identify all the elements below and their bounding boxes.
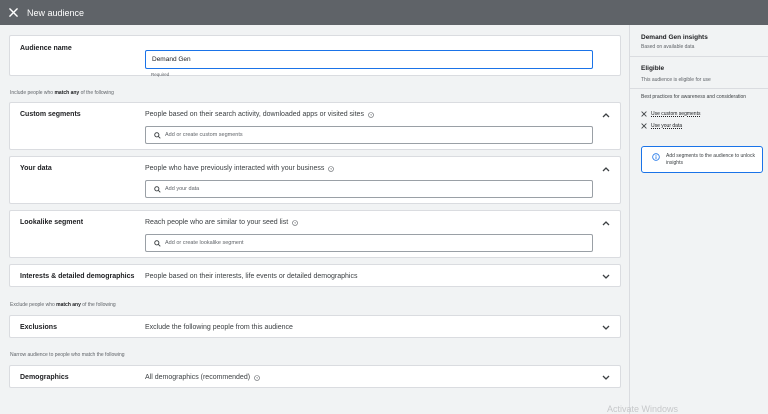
your-data-label: Your data bbox=[20, 165, 52, 172]
include-caption: Include people who match any of the foll… bbox=[10, 90, 114, 96]
lookalike-segment-placeholder: Add or create lookalike segment bbox=[165, 240, 244, 246]
main-content: Audience name Demand Gen Required Includ… bbox=[0, 25, 629, 414]
custom-segments-search[interactable]: Add or create custom segments bbox=[145, 126, 593, 144]
audience-name-card: Audience name Demand Gen Required bbox=[9, 35, 621, 77]
chevron-up-icon[interactable] bbox=[601, 165, 610, 174]
insights-info-box: Add segments to the audience to unlock i… bbox=[641, 146, 763, 173]
info-icon bbox=[652, 153, 660, 161]
page-title: New audience bbox=[27, 7, 85, 18]
your-data-description: People who have previously interacted wi… bbox=[145, 165, 335, 172]
best-practice-label: Use custom segments bbox=[651, 111, 701, 117]
interests-label: Interests & detailed demographics bbox=[20, 273, 135, 280]
insights-title: Demand Gen insights bbox=[641, 34, 708, 41]
custom-segments-label: Custom segments bbox=[20, 111, 81, 118]
help-icon[interactable]: ? bbox=[328, 165, 335, 172]
chevron-down-icon[interactable] bbox=[601, 323, 610, 332]
close-icon bbox=[641, 123, 647, 129]
demographics-description: All demographics (recommended)? bbox=[145, 374, 260, 381]
required-helper: Required bbox=[151, 72, 170, 77]
divider bbox=[630, 56, 768, 57]
audience-name-value: Demand Gen bbox=[152, 56, 191, 63]
search-icon bbox=[154, 185, 161, 193]
search-icon bbox=[154, 239, 161, 247]
exclusions-description: Exclude the following people from this a… bbox=[145, 324, 293, 331]
chevron-down-icon[interactable] bbox=[601, 272, 610, 281]
best-practice-item[interactable]: Use your data bbox=[641, 123, 682, 129]
exclusions-card[interactable]: Exclusions Exclude the following people … bbox=[9, 315, 621, 338]
insights-info-text: Add segments to the audience to unlock i… bbox=[666, 153, 755, 166]
narrow-caption: Narrow audience to people who match the … bbox=[10, 352, 125, 358]
your-data-card: Your data People who have previously int… bbox=[9, 156, 621, 204]
close-icon bbox=[641, 111, 647, 117]
your-data-search[interactable]: Add your data bbox=[145, 180, 593, 198]
insights-panel: Demand Gen insights Based on available d… bbox=[629, 25, 768, 414]
custom-segments-placeholder: Add or create custom segments bbox=[165, 132, 243, 138]
best-practices-text: Best practices for awareness and conside… bbox=[641, 94, 747, 100]
exclude-caption: Exclude people who match any of the foll… bbox=[10, 302, 116, 308]
lookalike-segment-card: Lookalike segment Reach people who are s… bbox=[9, 210, 621, 258]
interests-description: People based on their interests, life ev… bbox=[145, 273, 358, 280]
custom-segments-description: People based on their search activity, d… bbox=[145, 111, 374, 118]
lookalike-segment-search[interactable]: Add or create lookalike segment bbox=[145, 234, 593, 252]
demographics-label: Demographics bbox=[20, 374, 69, 381]
lookalike-segment-label: Lookalike segment bbox=[20, 219, 84, 226]
audience-name-input[interactable]: Demand Gen bbox=[145, 50, 593, 69]
custom-segments-card: Custom segments People based on their se… bbox=[9, 102, 621, 150]
your-data-placeholder: Add your data bbox=[165, 186, 200, 192]
top-bar: New audience bbox=[0, 0, 768, 25]
exclusions-label: Exclusions bbox=[20, 324, 57, 331]
best-practice-label: Use your data bbox=[651, 123, 683, 129]
chevron-up-icon[interactable] bbox=[601, 219, 610, 228]
search-icon bbox=[154, 131, 161, 139]
eligible-title: Eligible bbox=[641, 65, 665, 72]
best-practice-item[interactable]: Use custom segments bbox=[641, 111, 700, 117]
help-icon[interactable]: ? bbox=[292, 219, 298, 226]
chevron-down-icon[interactable] bbox=[601, 373, 610, 382]
help-icon[interactable]: ? bbox=[368, 111, 374, 118]
help-icon[interactable]: ? bbox=[254, 374, 260, 381]
interests-card[interactable]: Interests & detailed demographics People… bbox=[9, 264, 621, 287]
watermark: Activate Windows bbox=[607, 404, 679, 414]
insights-subtitle: Based on available data bbox=[641, 44, 695, 50]
chevron-up-icon[interactable] bbox=[601, 111, 610, 120]
demographics-card[interactable]: Demographics All demographics (recommend… bbox=[9, 365, 621, 388]
divider bbox=[630, 88, 768, 89]
close-icon[interactable] bbox=[7, 7, 19, 19]
eligible-text: This audience is eligible for use bbox=[641, 77, 711, 83]
lookalike-segment-description: Reach people who are similar to your see… bbox=[145, 219, 298, 226]
audience-name-label: Audience name bbox=[20, 45, 72, 52]
